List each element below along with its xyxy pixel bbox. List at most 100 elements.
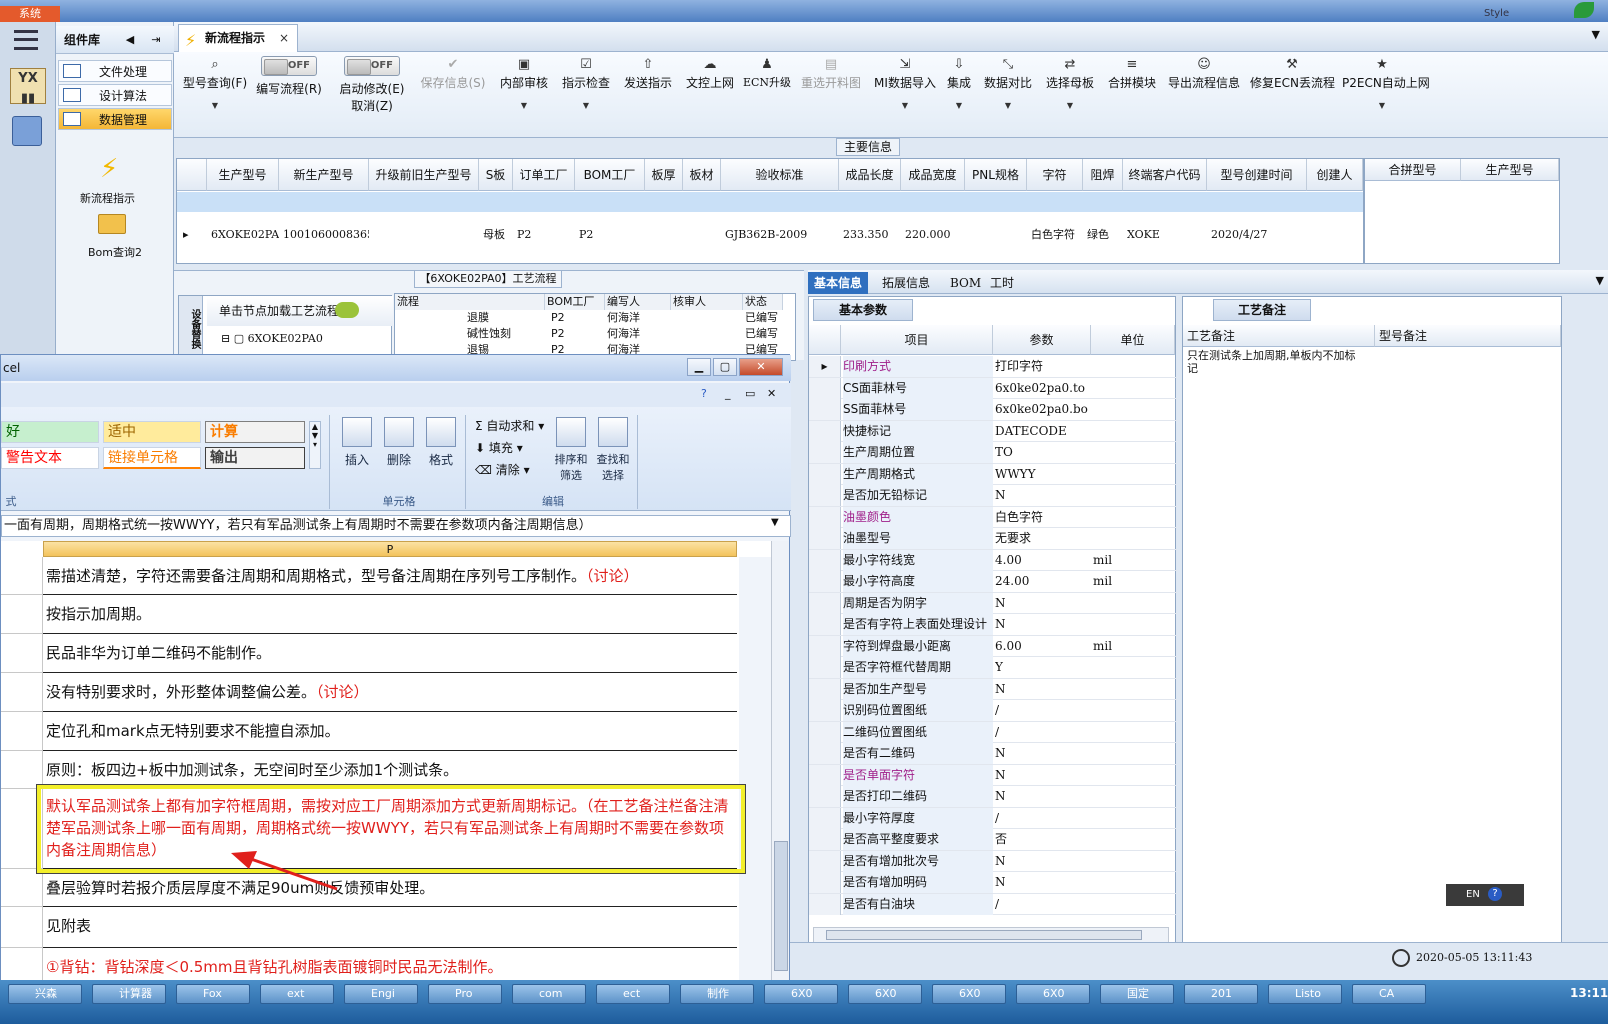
menu-icon[interactable] (14, 30, 38, 50)
shortcut-new-flow[interactable]: 新流程指示 (80, 190, 135, 206)
taskbar-item[interactable]: CA (1352, 984, 1426, 1004)
param-row[interactable]: 是否加无铅标记 N (809, 485, 1177, 507)
param-row[interactable]: 是否有二维码 N (809, 743, 1177, 765)
taskbar-item[interactable]: 国定 (1100, 984, 1174, 1004)
row-header[interactable] (1, 557, 43, 595)
yx-module-icon[interactable]: YX ▮▮ (10, 68, 46, 106)
taskbar-item[interactable]: ect (596, 984, 670, 1004)
column-header[interactable]: 流程 (395, 294, 545, 310)
tab-bom[interactable]: BOM (944, 272, 987, 294)
taskbar-item[interactable]: Pro (428, 984, 502, 1004)
param-row[interactable]: 是否有字符上表面处理设计 N (809, 614, 1177, 636)
tab-work-hours[interactable]: 工时 (984, 272, 1020, 294)
scroll-thumb[interactable] (774, 841, 788, 971)
param-row[interactable]: 油墨型号 无要求 (809, 528, 1177, 550)
nav-item-file-processing[interactable]: 文件处理 (58, 60, 172, 82)
column-header[interactable]: 参数 (993, 325, 1091, 355)
taskbar-item[interactable]: 制作 (680, 984, 754, 1004)
row-header[interactable] (1, 751, 43, 789)
param-row[interactable]: 最小字符高度 24.00 mil (809, 571, 1177, 593)
column-header[interactable]: 状态 (743, 294, 783, 310)
param-row[interactable]: 字符到焊盘最小距离 6.00 mil (809, 635, 1177, 657)
column-header[interactable]: BOM工厂 (575, 159, 645, 191)
styles-scroll[interactable]: ▲ ▼ ▾ (309, 421, 321, 469)
taskbar-item[interactable]: 201 (1184, 984, 1258, 1004)
taskbar-item[interactable]: 6X0 (764, 984, 838, 1004)
sheet-cell[interactable]: 需描述清楚，字符还需要备注周期和周期格式，型号备注周期在序列号工序制作。（讨论） (43, 557, 737, 595)
sheet-cell[interactable]: 没有特别要求时，外形整体调整偏公差。（讨论） (43, 673, 737, 712)
row-header[interactable] (1, 712, 43, 751)
taskbar-item[interactable]: Listo (1268, 984, 1342, 1004)
fill-button[interactable]: ⬇ 填充 ▾ (475, 439, 523, 456)
column-header[interactable]: 成品宽度 (901, 159, 965, 191)
column-header[interactable]: S板 (479, 159, 513, 191)
tab-basic-info[interactable]: 基本信息 (808, 272, 869, 294)
taskbar-item[interactable]: com (512, 984, 586, 1004)
data-compare-button[interactable]: ⤡ 数据对比 ▼ (980, 56, 1036, 134)
column-header[interactable]: 核审人 (671, 294, 743, 310)
row-header[interactable] (1, 595, 43, 634)
taskbar-item[interactable]: 计算器 (92, 984, 166, 1004)
ecn-upgrade-button[interactable]: ♟ ECN升级 (742, 56, 792, 134)
param-row[interactable]: 是否单面字符 N (809, 764, 1177, 786)
write-flow-toggle[interactable]: OFF 编写流程(R) (254, 56, 324, 134)
select-board-button[interactable]: ⇄ 选择母板 ▼ (1042, 56, 1098, 134)
close-icon[interactable]: ✕ (767, 387, 776, 400)
column-header[interactable]: 新生产型号 (279, 159, 369, 191)
param-row[interactable]: 生产周期格式 WWYY (809, 463, 1177, 485)
shortcut-bom-query[interactable]: Bom查询2 (88, 244, 142, 260)
column-header[interactable]: 成品长度 (839, 159, 901, 191)
model-query-button[interactable]: ⌕ 型号查询(F) ▼ (180, 56, 250, 134)
column-header[interactable]: 创建人 (1307, 159, 1363, 191)
column-header[interactable]: 终端客户代码 (1123, 159, 1207, 191)
expand-formula-icon[interactable]: ▼ (771, 517, 779, 528)
integrate-button[interactable]: ⇩ 集成 ▼ (944, 56, 974, 134)
tab-extended-info[interactable]: 拓展信息 (876, 272, 936, 294)
sort-filter-button[interactable]: 排序和筛选 (553, 417, 589, 483)
row-header[interactable] (1, 869, 43, 907)
process-row[interactable]: 碱性蚀刻 (467, 326, 511, 342)
column-header[interactable]: 项目 (841, 325, 993, 355)
column-header[interactable]: PNL规格 (965, 159, 1027, 191)
param-row[interactable]: SS面菲林号 6x0ke02pa0.bo (809, 399, 1177, 421)
sheet-cell[interactable]: 民品非华为订单二维码不能制作。 (43, 634, 737, 673)
close-button[interactable]: ✕ (739, 358, 783, 376)
column-header[interactable]: 字符 (1027, 159, 1083, 191)
param-row[interactable]: 周期是否为阴字 N (809, 592, 1177, 614)
column-header[interactable]: 型号备注 (1375, 325, 1561, 347)
param-row[interactable]: 最小字符线宽 4.00 mil (809, 549, 1177, 571)
sheet-cell[interactable]: 见附表 (43, 907, 737, 948)
param-row[interactable]: 是否字符框代替周期 Y (809, 657, 1177, 679)
sheet-cell[interactable]: 定位孔和mark点无特别要求不能擅自添加。 (43, 712, 737, 751)
param-row[interactable]: 是否有增加批次号 N (809, 850, 1177, 872)
column-header[interactable]: 单位 (1091, 325, 1175, 355)
insert-button[interactable]: 插入 (337, 417, 377, 468)
column-header[interactable]: 验收标准 (721, 159, 839, 191)
param-row[interactable]: 识别码位置图纸 / (809, 700, 1177, 722)
sheet-cell[interactable]: 叠层验算时若报介质层厚度不满足90um则反馈预审处理。 (43, 869, 737, 907)
column-header[interactable]: 板材 (683, 159, 721, 191)
reselect-map-button[interactable]: ▤ 重选开料图 (798, 56, 864, 134)
column-header[interactable]: 工艺备注 (1183, 325, 1375, 347)
sheet-cell[interactable]: 原则：板四边+板中加测试条，无空间时至少添加1个测试条。 (43, 751, 737, 789)
tab-new-flow[interactable]: ⚡ 新流程指示 × (178, 24, 298, 52)
clear-button[interactable]: ⌫ 清除 ▾ (475, 461, 530, 478)
column-header[interactable]: BOM工厂 (545, 294, 605, 310)
column-header[interactable]: 阻焊 (1083, 159, 1123, 191)
tree-header[interactable]: 单击节点加载工艺流程 (207, 296, 393, 326)
param-row[interactable]: 是否有白油块 / (809, 893, 1177, 915)
calculator-icon[interactable] (12, 116, 42, 146)
help-icon[interactable]: ? (1488, 887, 1502, 901)
column-header[interactable]: 订单工厂 (513, 159, 575, 191)
instruction-check-button[interactable]: ☑ 指示检查 ▼ (558, 56, 614, 134)
param-row[interactable]: 快捷标记 DATECODE (809, 420, 1177, 442)
fix-ecn-button[interactable]: ⚒ 修复ECN丢流程 (1250, 56, 1335, 134)
pin-icon[interactable]: ⇥ (148, 32, 164, 48)
style-good[interactable]: 好 (1, 421, 99, 443)
column-header-p[interactable]: P (43, 541, 737, 557)
nav-item-design-algorithm[interactable]: 设计算法 (58, 84, 172, 106)
close-icon[interactable]: × (279, 25, 289, 51)
minimize-icon[interactable]: _ (725, 387, 731, 400)
taskbar-item[interactable]: 6X0 (848, 984, 922, 1004)
param-row[interactable]: 油墨颜色 白色字符 (809, 506, 1177, 528)
